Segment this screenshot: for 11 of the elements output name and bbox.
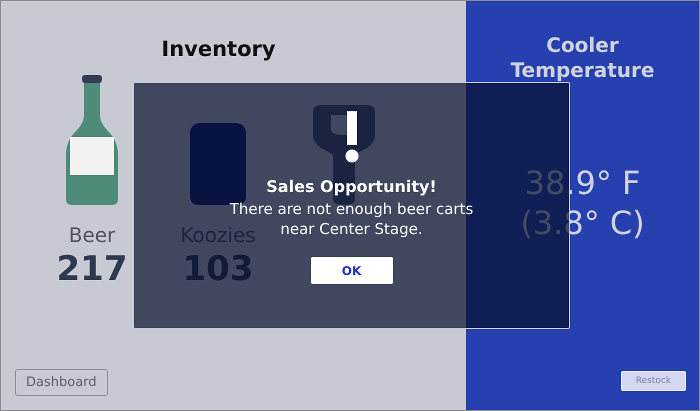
ok-button[interactable]: OK [310,257,392,284]
dialog-message: There are not enough beer carts [230,200,474,220]
dialog-message: near Center Stage. [280,220,423,239]
inventory-title: Inventory [160,37,277,61]
cooler-title: Cooler Temperature [510,33,656,83]
exclamation-icon [344,111,358,163]
beer-bottle-icon [64,75,120,205]
item-label: Beer [68,223,116,247]
dialog-title: Sales Opportunity! [266,177,437,196]
item-count: 217 [56,249,128,289]
dashboard-button[interactable]: Dashboard [15,369,108,396]
